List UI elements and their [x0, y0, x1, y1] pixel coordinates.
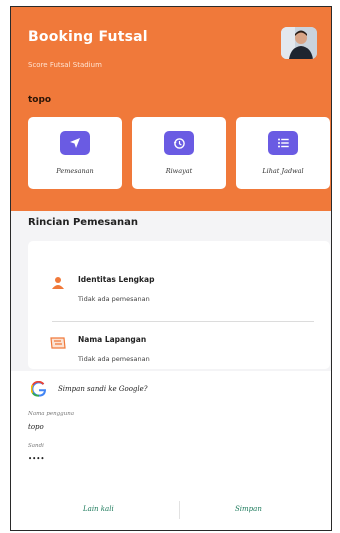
menu-label: Lihat Jadwal	[262, 167, 304, 175]
menu-label: Riwayat	[165, 167, 193, 175]
username-label: Nama pengguna	[28, 411, 75, 417]
menu-card-pemesanan[interactable]: Pemesanan	[28, 117, 122, 189]
detail-row-identity: Identitas Lengkap Tidak ada pemesanan	[28, 271, 330, 311]
password-label: Sandi	[28, 443, 44, 449]
password-value[interactable]: ••••	[28, 455, 45, 463]
username: topo	[28, 95, 52, 105]
button-divider	[179, 501, 180, 519]
menu-label: Pemesanan	[56, 167, 94, 175]
list-icon	[268, 131, 298, 155]
save-password-sheet: Simpan sandi ke Google? Nama pengguna to…	[11, 371, 331, 530]
detail-row-field: Nama Lapangan Tidak ada pemesanan	[28, 331, 330, 371]
detail-value: Tidak ada pemesanan	[78, 355, 150, 363]
menu-grid: Pemesanan Riwayat Lihat Jadwal	[28, 117, 330, 189]
person-icon	[50, 275, 66, 291]
app-header: Booking Futsal Score Futsal Stadium topo…	[11, 7, 331, 211]
detail-title: Identitas Lengkap	[78, 275, 155, 284]
detail-title: Nama Lapangan	[78, 335, 147, 344]
save-button[interactable]: Simpan	[235, 505, 262, 513]
google-logo-icon	[30, 380, 47, 397]
avatar[interactable]	[281, 27, 317, 59]
menu-card-lihat-jadwal[interactable]: Lihat Jadwal	[236, 117, 330, 189]
app-screen: Booking Futsal Score Futsal Stadium topo…	[10, 6, 332, 531]
username-value[interactable]: topo	[28, 423, 44, 431]
history-icon	[164, 131, 194, 155]
section-title: Rincian Pemesanan	[28, 217, 138, 228]
app-title: Booking Futsal	[28, 29, 148, 45]
not-now-button[interactable]: Lain kali	[83, 505, 114, 513]
detail-value: Tidak ada pemesanan	[78, 295, 150, 303]
send-icon	[60, 131, 90, 155]
field-icon	[50, 335, 66, 351]
menu-card-riwayat[interactable]: Riwayat	[132, 117, 226, 189]
booking-details-card: Identitas Lengkap Tidak ada pemesanan Na…	[28, 241, 330, 369]
user-avatar-photo-icon	[281, 27, 317, 59]
save-password-title: Simpan sandi ke Google?	[58, 385, 148, 393]
divider	[52, 321, 314, 322]
app-subtitle: Score Futsal Stadium	[28, 61, 102, 69]
